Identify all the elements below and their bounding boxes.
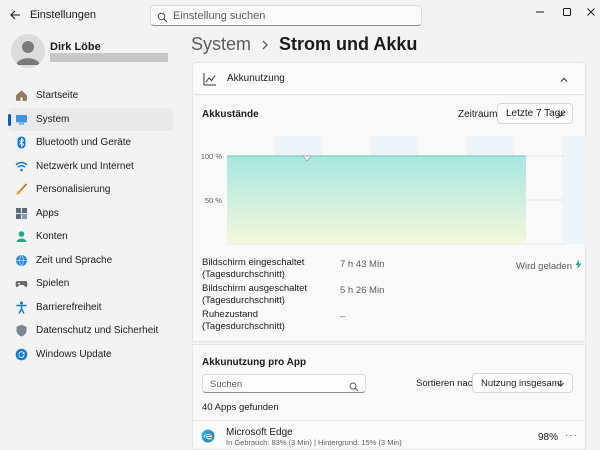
back-button[interactable] (6, 6, 24, 24)
sidebar-item-barrierefreiheit[interactable]: Barrierefreiheit (8, 296, 173, 320)
chevron-down-icon (556, 380, 565, 392)
breadcrumb: System Strom und Akku (191, 34, 417, 55)
app-usage-title: Akkunutzung pro App (202, 357, 307, 368)
sidebar-item-label: Spielen (36, 278, 70, 290)
stat-sleep-value: – (340, 311, 346, 322)
settings-search[interactable] (150, 5, 422, 26)
section-title: Akkunutzung (227, 73, 285, 84)
sort-label: Sortieren nach: (416, 378, 481, 389)
sidebar-item-windows-update[interactable]: Windows Update (8, 343, 173, 367)
chevron-up-icon[interactable] (559, 72, 569, 90)
sidebar-item-label: Netzwerk und Internet (36, 160, 134, 172)
charging-status-text: Wird geladen (516, 260, 572, 272)
page-title: Strom und Akku (279, 34, 418, 54)
bluetooth-icon (15, 136, 28, 149)
sidebar-nav: Startseite System Bluetooth und Geräte N… (8, 84, 173, 366)
settings-search-input[interactable] (173, 8, 413, 24)
sidebar-item-label: Bluetooth und Geräte (36, 137, 132, 149)
sort-dropdown[interactable]: Nutzung insgesamt (472, 373, 573, 393)
lightning-icon (575, 260, 582, 272)
sidebar-item-label: Zeit und Sprache (36, 254, 113, 266)
sidebar-item-datenschutz[interactable]: Datenschutz und Sicherheit (8, 319, 173, 343)
sidebar-item-netzwerk[interactable]: Netzwerk und Internet (8, 155, 173, 179)
sidebar-item-label: Barrierefreiheit (36, 301, 102, 313)
sidebar-item-label: Personalisierung (36, 184, 111, 196)
globe-clock-icon (15, 254, 28, 267)
update-icon (15, 348, 28, 361)
shield-icon (15, 324, 28, 337)
sidebar-item-startseite[interactable]: Startseite (8, 84, 173, 108)
more-options-button[interactable]: ··· (565, 430, 578, 441)
app-title: Einstellungen (30, 9, 97, 21)
chart-title: Akkustände (202, 109, 259, 120)
battery-usage-header[interactable]: Akkunutzung (192, 62, 586, 95)
stat-screen-off-label: Bildschirm ausgeschaltet (Tagesdurchschn… (202, 283, 308, 306)
battery-level-chart: 100 % 50 % (201, 136, 586, 245)
close-icon (587, 8, 595, 16)
apps-icon (15, 207, 28, 220)
breadcrumb-parent[interactable]: System (191, 34, 251, 55)
accessibility-icon (15, 301, 28, 314)
edge-icon (201, 429, 215, 443)
maximize-icon (563, 8, 571, 16)
title-bar: Einstellungen (0, 0, 600, 30)
chart-day-band (562, 136, 586, 244)
app-percent: 98% (538, 432, 559, 443)
chart-line-icon (203, 72, 217, 91)
chevron-right-icon (261, 39, 269, 51)
account-icon (15, 230, 28, 243)
profile-email-redacted (50, 53, 168, 62)
close-button[interactable] (573, 0, 600, 24)
period-label: Zeitraum: (458, 109, 501, 120)
app-search-input[interactable] (210, 377, 350, 391)
stat-screen-on-value: 7 h 43 Min (340, 259, 385, 270)
profile-name: Dirk Löbe (50, 41, 101, 53)
app-detail: In Gebrauch: 83% (3 Min) | Hintergrund: … (226, 438, 402, 447)
gamepad-icon (15, 277, 28, 290)
arrow-left-icon (9, 10, 20, 20)
stat-sleep-label: Ruhezustand (Tagesdurchschnitt) (202, 309, 285, 332)
search-icon (157, 10, 168, 28)
sidebar-item-spielen[interactable]: Spielen (8, 272, 173, 296)
app-name: Microsoft Edge (226, 427, 293, 438)
avatar[interactable] (11, 34, 45, 68)
sidebar-item-konten[interactable]: Konten (8, 225, 173, 249)
sidebar-item-label: Windows Update (36, 348, 112, 360)
search-icon (349, 379, 359, 397)
sidebar-item-label: Datenschutz und Sicherheit (36, 325, 159, 337)
wifi-icon (15, 160, 28, 173)
sidebar-item-apps[interactable]: Apps (8, 202, 173, 226)
sidebar-item-label: Apps (36, 207, 59, 219)
sidebar-item-label: Startseite (36, 90, 79, 102)
sidebar-item-zeit-sprache[interactable]: Zeit und Sprache (8, 249, 173, 273)
sidebar-item-personalisierung[interactable]: Personalisierung (8, 178, 173, 202)
home-icon (15, 89, 28, 102)
y-tick-label: 50 % (205, 196, 222, 205)
y-tick-label: 100 % (201, 152, 223, 161)
app-search[interactable] (202, 374, 366, 393)
chevron-down-icon (556, 110, 565, 122)
sidebar-item-label: System (36, 113, 70, 125)
minimize-icon (536, 11, 544, 13)
period-dropdown[interactable]: Letzte 7 Tage (497, 103, 573, 124)
battery-area (227, 156, 526, 244)
stat-screen-off-value: 5 h 26 Min (340, 285, 385, 296)
apps-count: 40 Apps gefunden (202, 402, 279, 413)
charging-status: Wird geladen (516, 260, 582, 272)
user-avatar-icon (16, 41, 40, 65)
brush-icon (15, 183, 28, 196)
sidebar-item-label: Konten (36, 231, 68, 243)
sidebar-item-bluetooth[interactable]: Bluetooth und Geräte (8, 131, 173, 155)
system-icon (15, 113, 28, 126)
sort-value: Nutzung insgesamt (481, 377, 563, 389)
sidebar-item-system[interactable]: System (8, 107, 173, 131)
stat-screen-on-label: Bildschirm eingeschaltet (Tagesdurchschn… (202, 257, 305, 280)
